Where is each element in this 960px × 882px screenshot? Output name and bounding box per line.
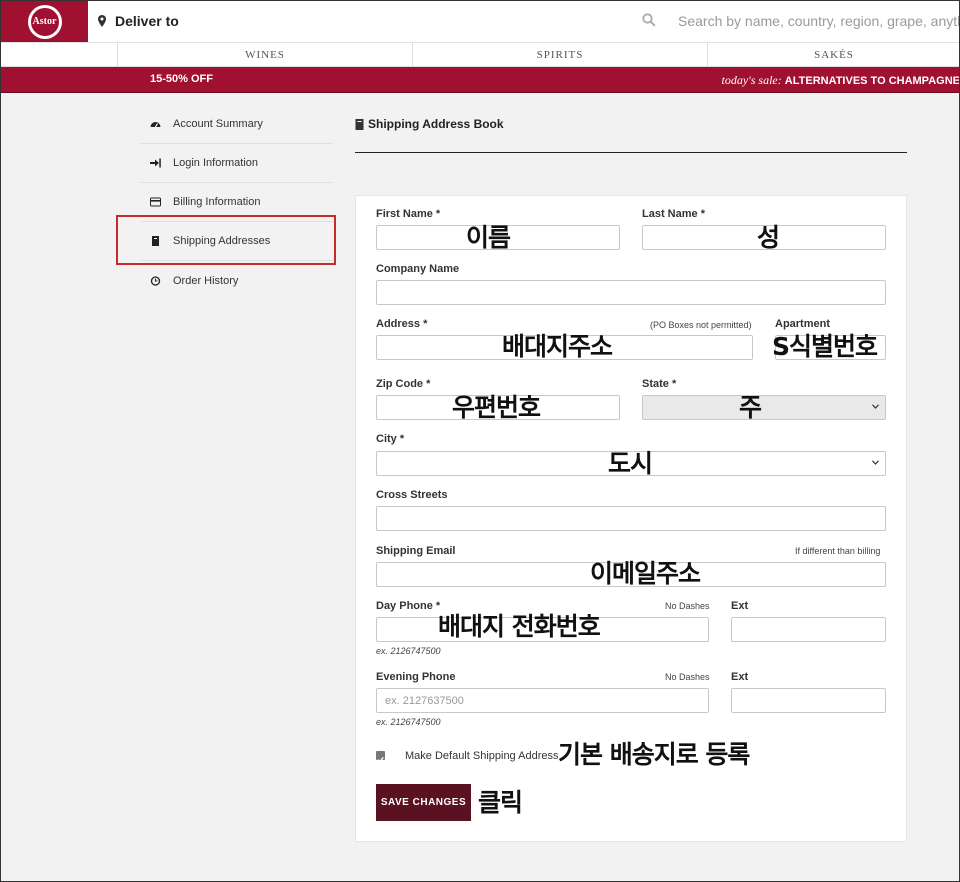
shipping-email-label: Shipping Email <box>376 545 456 557</box>
deliver-label: Deliver to <box>115 13 179 29</box>
apartment-label: Apartment <box>775 318 831 330</box>
company-name-field[interactable] <box>376 280 886 305</box>
logo-text: Astor <box>30 7 59 36</box>
po-box-hint: (PO Boxes not permitted) <box>650 320 752 330</box>
state-label: State * <box>642 378 677 390</box>
sidebar-item-login-information[interactable]: Login Information <box>140 144 333 183</box>
address-label: Address * <box>376 318 428 330</box>
top-bar: Astor Deliver to <box>0 0 960 43</box>
company-name-label: Company Name <box>376 263 460 275</box>
day-phone-label: Day Phone * <box>376 600 441 612</box>
promo-discount[interactable]: 15-50% OFF <box>150 73 213 85</box>
state-select[interactable] <box>642 395 886 420</box>
sidebar-item-label: Billing Information <box>173 196 261 208</box>
day-phone-hint: No Dashes <box>665 601 710 611</box>
clock-icon <box>150 275 161 286</box>
logo-seal: Astor <box>27 4 62 39</box>
cross-streets-label: Cross Streets <box>376 489 448 501</box>
page-title: Shipping Address Book <box>355 117 504 131</box>
evening-phone-label: Evening Phone <box>376 671 456 683</box>
annotation-city: 도시 <box>608 449 653 478</box>
account-sidebar: Account Summary Login Information Billin… <box>140 105 333 300</box>
sidebar-item-label: Account Summary <box>173 118 263 130</box>
selection-highlight-box <box>116 215 336 265</box>
promo-today-sale[interactable]: today's sale: ALTERNATIVES TO CHAMPAGNE <box>722 73 960 88</box>
sidebar-item-account-summary[interactable]: Account Summary <box>140 105 333 144</box>
search-icon[interactable] <box>642 13 656 27</box>
search-input[interactable] <box>670 8 960 34</box>
zip-code-label: Zip Code * <box>376 378 431 390</box>
title-divider <box>355 152 907 153</box>
annotation-first-name: 이름 <box>466 223 511 252</box>
evening-phone-hint: No Dashes <box>665 672 710 682</box>
default-address-label[interactable]: Make Default Shipping Address <box>405 750 558 762</box>
promo-sale-text: ALTERNATIVES TO CHAMPAGNE <box>784 75 960 87</box>
annotation-last-name: 성 <box>757 223 780 252</box>
chevron-down-icon <box>872 404 879 409</box>
dashboard-icon <box>150 122 161 128</box>
annotation-zip: 우편번호 <box>452 393 541 422</box>
annotation-address: 배대지주소 <box>502 332 613 361</box>
nav-spirits[interactable]: SPIRITS <box>412 43 707 67</box>
credit-card-icon <box>150 197 161 207</box>
day-ext-field[interactable] <box>731 617 886 642</box>
evening-phone-example: ex. 2126747500 <box>376 717 441 727</box>
promo-sale-prefix: today's sale: <box>721 73 782 87</box>
book-icon <box>355 118 364 130</box>
nav-wines[interactable]: WINES <box>117 43 412 67</box>
first-name-label: First Name * <box>376 208 441 220</box>
checkmark-icon <box>377 756 384 763</box>
day-ext-label: Ext <box>731 600 749 612</box>
evening-phone-field[interactable] <box>376 688 709 713</box>
city-label: City * <box>376 433 405 445</box>
deliver-to-button[interactable]: Deliver to <box>98 13 179 29</box>
annotation-day-phone: 배대지 전화번호 <box>438 612 601 641</box>
annotation-state: 주 <box>739 393 762 422</box>
annotation-save: 클릭 <box>478 788 523 817</box>
sidebar-item-order-history[interactable]: Order History <box>140 261 333 300</box>
page-title-text: Shipping Address Book <box>368 117 504 131</box>
save-changes-button[interactable]: SAVE CHANGES <box>376 784 471 821</box>
annotation-default: 기본 배송지로 등록 <box>558 740 750 769</box>
email-hint: If different than billing <box>795 546 881 556</box>
last-name-label: Last Name * <box>642 208 705 220</box>
cross-streets-field[interactable] <box>376 506 886 531</box>
default-address-checkbox[interactable] <box>376 751 385 763</box>
site-logo[interactable]: Astor <box>1 1 88 42</box>
category-nav: WINES SPIRITS SAKÉS <box>0 43 960 67</box>
sidebar-item-label: Order History <box>173 274 239 287</box>
evening-ext-label: Ext <box>731 671 749 683</box>
evening-ext-field[interactable] <box>731 688 886 713</box>
day-phone-example: ex. 2126747500 <box>376 646 441 656</box>
promo-banner: 15-50% OFF today's sale: ALTERNATIVES TO… <box>0 67 960 93</box>
sidebar-item-label: Login Information <box>173 157 258 169</box>
sign-in-icon <box>150 158 161 168</box>
annotation-email: 이메일주소 <box>590 559 701 588</box>
map-pin-icon <box>98 15 106 27</box>
chevron-down-icon <box>872 460 879 465</box>
annotation-apartment: S식별번호 <box>772 332 878 361</box>
nav-sakes[interactable]: SAKÉS <box>707 43 960 67</box>
